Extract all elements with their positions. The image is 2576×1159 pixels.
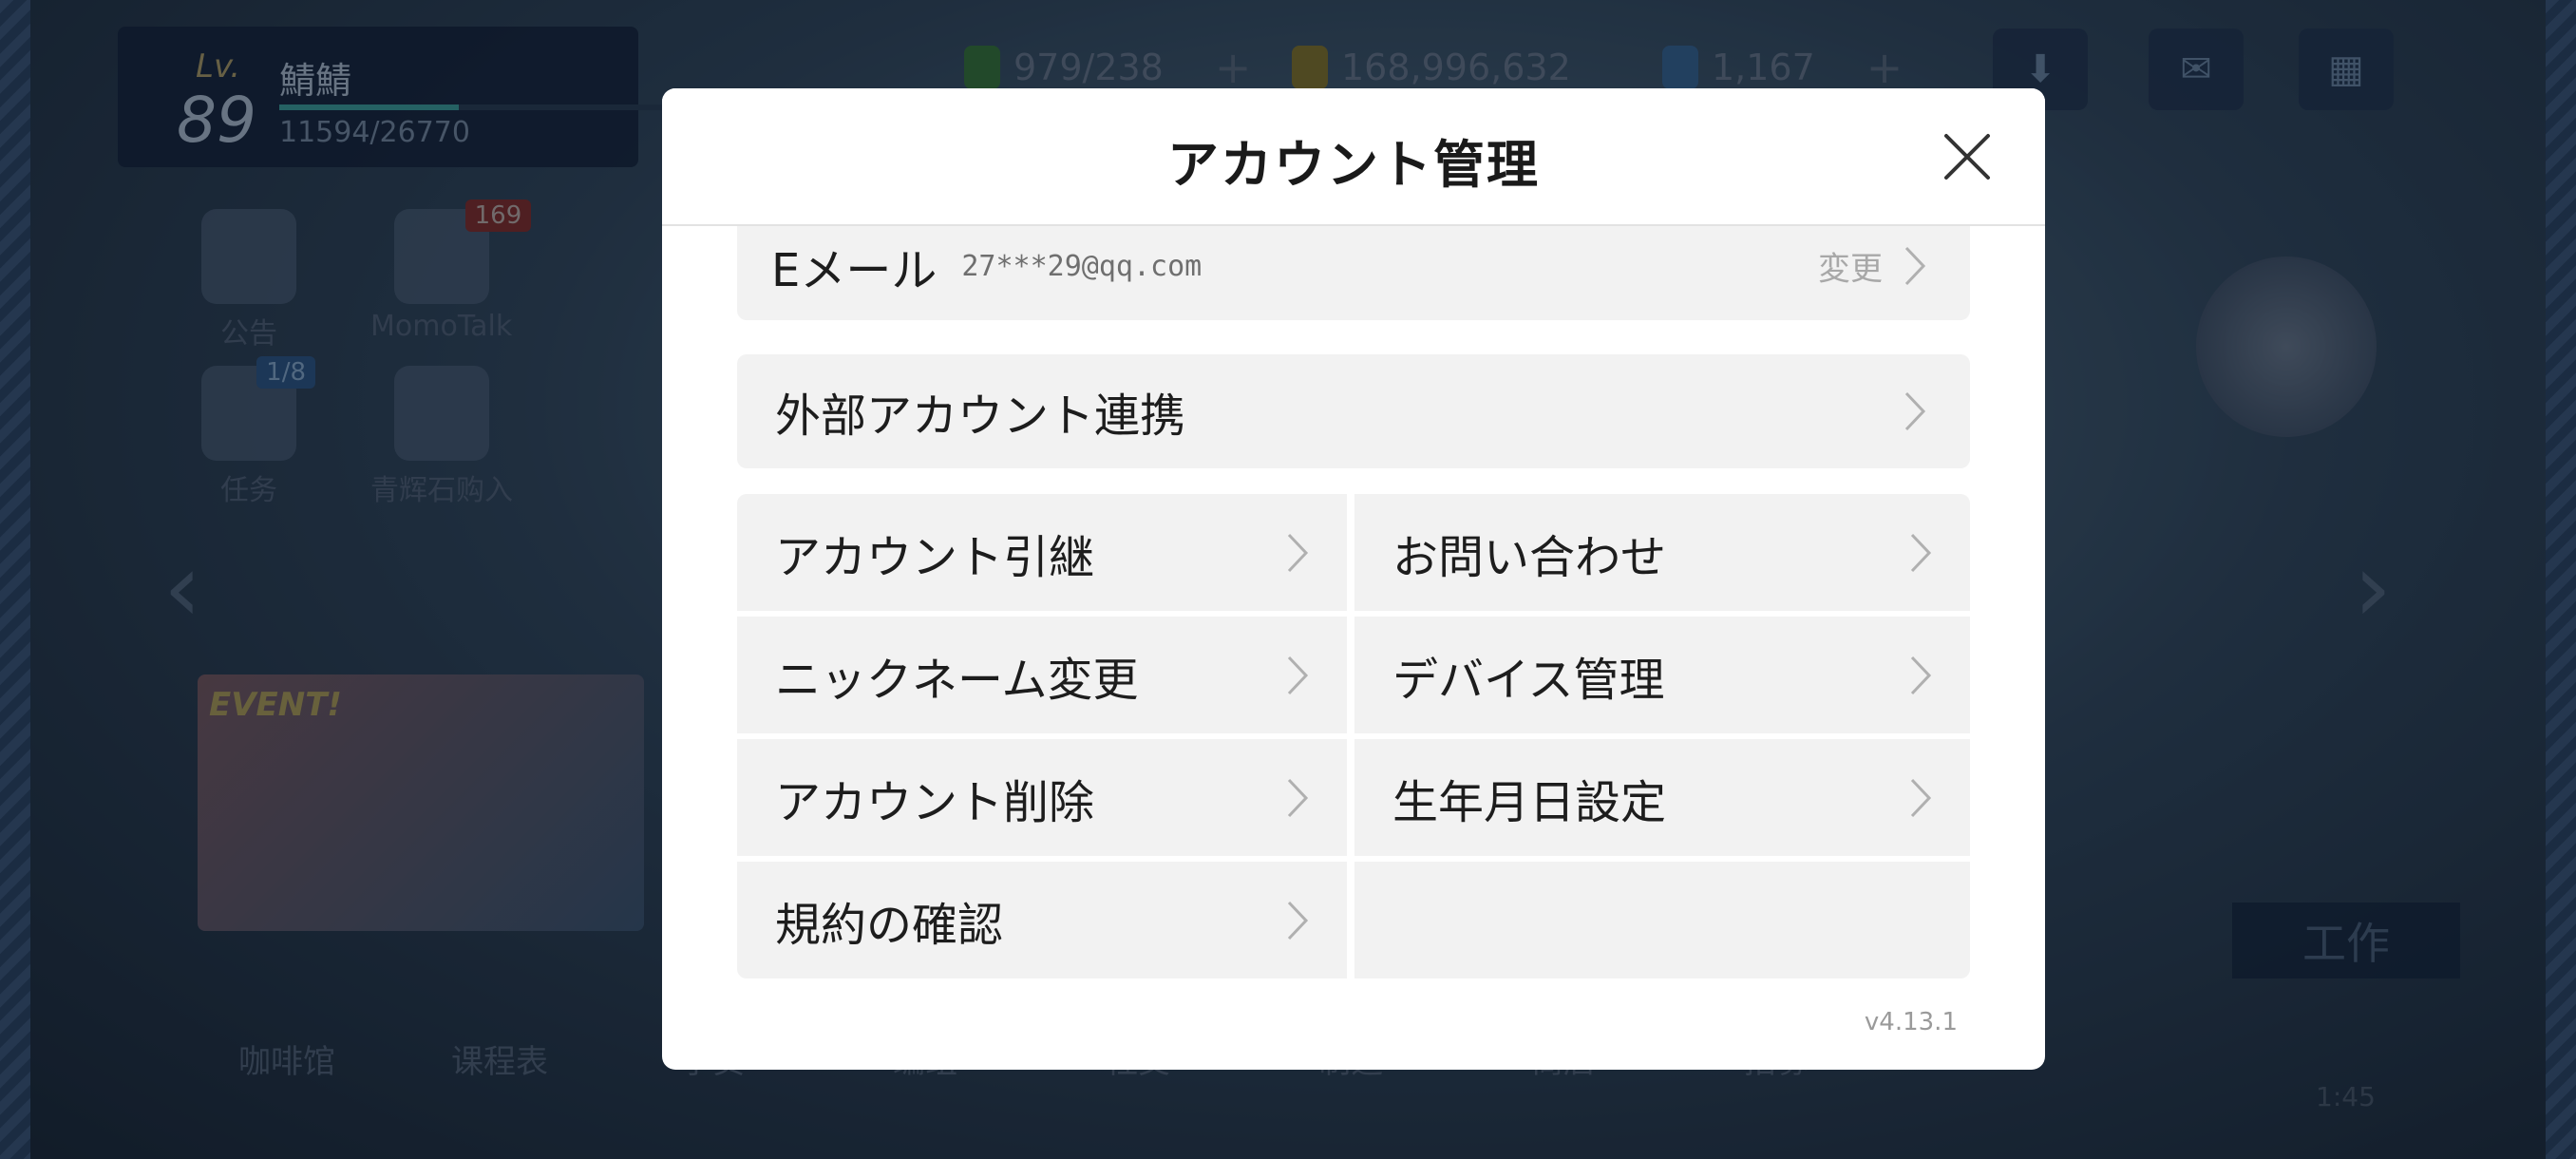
email-row[interactable]: Eメール 27***29@qq.com 変更 (737, 212, 1970, 320)
contact-label: お問い合わせ (1392, 530, 1667, 584)
chevron-right-icon (1904, 390, 1926, 432)
contact-button[interactable]: お問い合わせ (1354, 494, 1970, 611)
birthdate-setting-button[interactable]: 生年月日設定 (1354, 739, 1970, 856)
terms-check-label: 規約の確認 (775, 898, 1004, 952)
nickname-change-button[interactable]: ニックネーム変更 (737, 617, 1347, 733)
app-version: v4.13.1 (1864, 1008, 1958, 1036)
terms-check-button[interactable]: 規約の確認 (737, 862, 1347, 978)
device-management-button[interactable]: デバイス管理 (1354, 617, 1970, 733)
empty-grid-cell (1354, 862, 1970, 978)
email-change-label: 変更 (1818, 250, 1883, 289)
email-label: Eメール (771, 244, 938, 297)
nickname-change-label: ニックネーム変更 (775, 653, 1139, 707)
account-delete-label: アカウント削除 (775, 775, 1095, 829)
dialog-header: アカウント管理 (662, 88, 2045, 226)
close-button[interactable] (1941, 130, 1994, 183)
account-transfer-button[interactable]: アカウント引継 (737, 494, 1347, 611)
dialog-title: アカウント管理 (1167, 135, 1540, 195)
external-account-link-label: 外部アカウント連携 (775, 390, 1186, 443)
account-management-dialog: アカウント管理 Eメール 27***29@qq.com 変更 外部アカウント連携… (662, 88, 2045, 1070)
chevron-right-icon (1904, 245, 1926, 287)
close-icon (1944, 134, 1990, 180)
chevron-right-icon (1909, 655, 1932, 696)
birthdate-setting-label: 生年月日設定 (1392, 775, 1667, 829)
account-delete-button[interactable]: アカウント削除 (737, 739, 1347, 856)
chevron-right-icon (1286, 777, 1309, 819)
email-value: 27***29@qq.com (961, 249, 1203, 283)
device-management-label: デバイス管理 (1392, 653, 1665, 707)
external-account-link-row[interactable]: 外部アカウント連携 (737, 354, 1970, 468)
chevron-right-icon (1286, 655, 1309, 696)
account-transfer-label: アカウント引継 (775, 530, 1095, 584)
chevron-right-icon (1909, 532, 1932, 574)
chevron-right-icon (1909, 777, 1932, 819)
chevron-right-icon (1286, 532, 1309, 574)
chevron-right-icon (1286, 900, 1309, 941)
